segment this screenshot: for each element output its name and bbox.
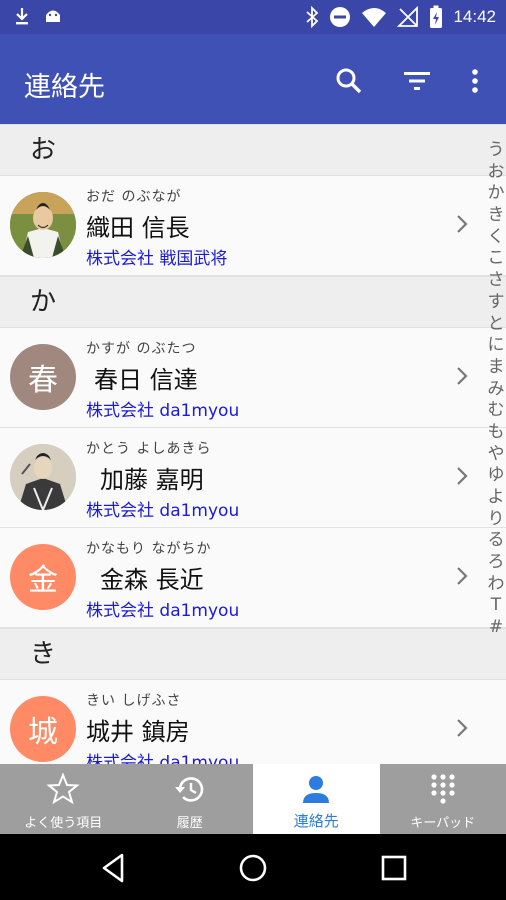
more-vert-icon: [472, 69, 478, 93]
contact-ruby: かすが のぶたつ: [86, 341, 197, 357]
filter-icon: [404, 72, 430, 90]
avatar: 金: [10, 544, 76, 610]
download-icon: [16, 8, 28, 25]
app-bar: 連絡先: [0, 34, 506, 124]
do-not-disturb-icon: [330, 7, 351, 27]
contact-name: 金森 長近: [100, 566, 204, 594]
page-title: 連絡先: [24, 72, 105, 103]
history-icon: [174, 777, 203, 802]
search-button[interactable]: [332, 64, 366, 98]
contact-company: 株式会社 戦国武将: [86, 249, 228, 269]
more-options-button[interactable]: [458, 64, 492, 98]
portrait-image: [10, 192, 76, 258]
contact-name: 城井 鎮房: [86, 718, 190, 746]
status-time: 14:42: [453, 7, 496, 26]
no-signal-icon: [397, 6, 419, 27]
chevron-right-icon: [457, 567, 468, 585]
index-letter[interactable]: に: [488, 335, 505, 357]
person-icon: [303, 776, 330, 803]
index-letter[interactable]: る: [488, 530, 505, 552]
android-icon: [46, 10, 60, 22]
tab-favorites[interactable]: よく使う項目: [0, 764, 127, 834]
contact-company: 株式会社 da1myou: [86, 501, 240, 521]
section-header: き: [0, 628, 506, 680]
system-navigation-bar: [0, 834, 506, 900]
tab-keypad[interactable]: キーパッド: [380, 764, 506, 834]
index-letter[interactable]: ろ: [488, 552, 505, 574]
section-header: お: [0, 124, 506, 176]
tab-label: 履歴: [176, 816, 203, 831]
index-letter[interactable]: き: [488, 205, 505, 227]
contact-ruby: かなもり ながちか: [86, 541, 212, 557]
index-letter[interactable]: や: [488, 444, 505, 466]
tab-label: よく使う項目: [24, 816, 103, 831]
battery-charging-icon: [430, 5, 443, 28]
tab-contacts[interactable]: 連絡先: [253, 764, 380, 834]
avatar: [10, 444, 76, 510]
contact-row[interactable]: 城 きい しげふさ 城井 鎮房 株式会社 da1myou: [0, 680, 506, 764]
chevron-right-icon: [457, 719, 468, 737]
recents-icon[interactable]: [376, 850, 412, 886]
index-letter[interactable]: む: [488, 400, 505, 422]
contact-list[interactable]: お おだ のぶなが 織田 信長 株式会社 戦国武将 か 春 かすが のぶたつ 春…: [0, 124, 506, 764]
index-letter[interactable]: わ: [488, 574, 505, 596]
dialpad-icon: [431, 774, 455, 804]
index-letter[interactable]: こ: [488, 248, 505, 270]
contact-row[interactable]: かとう よしあきら 加藤 嘉明 株式会社 da1myou: [0, 428, 506, 528]
chevron-right-icon: [457, 215, 468, 233]
section-header: か: [0, 276, 506, 328]
avatar-initial: 金: [28, 563, 58, 598]
contact-name: 織田 信長: [86, 214, 190, 242]
status-bar: 14:42: [0, 0, 506, 34]
contact-ruby: きい しげふさ: [86, 693, 182, 709]
contact-ruby: おだ のぶなが: [86, 189, 182, 205]
home-icon[interactable]: [235, 850, 271, 886]
index-letter[interactable]: り: [488, 509, 505, 531]
wifi-icon: [362, 8, 387, 27]
chevron-right-icon: [457, 367, 468, 385]
portrait-image: [10, 444, 76, 510]
index-letter[interactable]: さ: [488, 270, 505, 292]
contact-row[interactable]: おだ のぶなが 織田 信長 株式会社 戦国武将: [0, 176, 506, 276]
index-letter[interactable]: み: [488, 379, 505, 401]
index-letter[interactable]: #: [489, 617, 503, 639]
index-letter[interactable]: う: [488, 140, 505, 162]
contact-name: 加藤 嘉明: [100, 466, 204, 494]
alphabet-index[interactable]: うおかきくこさすとにまみむもやゆよりるろわ T #: [484, 140, 506, 639]
index-letter[interactable]: か: [488, 183, 505, 205]
avatar-initial: 城: [28, 715, 58, 750]
index-letter[interactable]: も: [488, 422, 505, 444]
index-letter[interactable]: よ: [488, 487, 505, 509]
filter-button[interactable]: [400, 64, 434, 98]
avatar: 城: [10, 696, 76, 762]
avatar: 春: [10, 344, 76, 410]
bluetooth-icon: [306, 6, 319, 28]
index-letter[interactable]: と: [488, 314, 505, 336]
contact-company: 株式会社 da1myou: [86, 601, 240, 621]
index-letter[interactable]: お: [488, 162, 505, 184]
bottom-tab-bar: よく使う項目 履歴 連絡先 キーパッド: [0, 764, 506, 834]
chevron-right-icon: [457, 467, 468, 485]
avatar: [10, 192, 76, 258]
contact-row[interactable]: 春 かすが のぶたつ 春日 信達 株式会社 da1myou: [0, 328, 506, 428]
back-icon[interactable]: [96, 850, 132, 886]
avatar-initial: 春: [28, 363, 58, 398]
contact-row[interactable]: 金 かなもり ながちか 金森 長近 株式会社 da1myou: [0, 528, 506, 628]
star-icon: [46, 772, 80, 805]
contact-ruby: かとう よしあきら: [86, 441, 212, 457]
tab-label: 連絡先: [293, 812, 339, 830]
contact-name: 春日 信達: [94, 366, 198, 394]
contact-company: 株式会社 da1myou: [86, 753, 240, 764]
tab-label: キーパッド: [410, 816, 476, 831]
index-letter[interactable]: く: [488, 227, 505, 249]
contact-company: 株式会社 da1myou: [86, 401, 240, 421]
index-letter[interactable]: す: [488, 292, 505, 314]
index-letter[interactable]: ゆ: [488, 465, 505, 487]
search-icon: [336, 68, 362, 94]
tab-history[interactable]: 履歴: [127, 764, 254, 834]
index-letter[interactable]: T: [491, 595, 501, 617]
index-letter[interactable]: ま: [488, 357, 505, 379]
